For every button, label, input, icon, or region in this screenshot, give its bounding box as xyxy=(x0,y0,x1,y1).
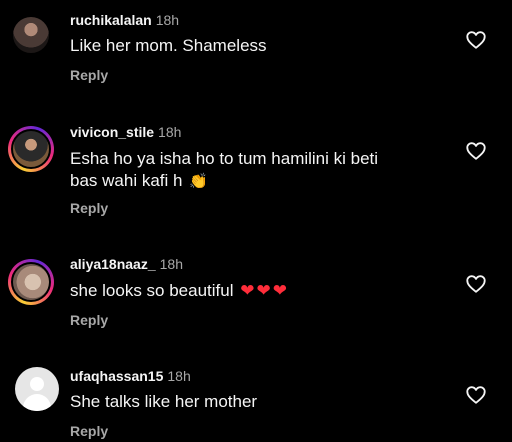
avatar-head-shape xyxy=(30,377,44,391)
heart-outline-icon[interactable] xyxy=(465,384,487,406)
comment-text: She talks like her mother xyxy=(70,392,258,411)
heart-outline-icon[interactable] xyxy=(465,140,487,162)
heart-outline-icon[interactable] xyxy=(465,273,487,295)
heart-outline-icon[interactable] xyxy=(465,29,487,51)
username[interactable]: ruchikalalan xyxy=(70,12,152,28)
comment-meta: ufaqhassan15 18h xyxy=(70,368,191,384)
reply-button[interactable]: Reply xyxy=(70,67,108,83)
comment-text: she looks so beautiful xyxy=(70,281,234,300)
username[interactable]: vivicon_stile xyxy=(70,124,154,140)
avatar-image xyxy=(11,129,51,169)
comment-text-row: she looks so beautiful ❤ ❤ ❤ xyxy=(70,279,287,302)
comment-meta: ruchikalalan 18h xyxy=(70,12,179,28)
username[interactable]: ufaqhassan15 xyxy=(70,368,163,384)
red-heart-emoji: ❤ xyxy=(240,281,255,300)
avatar-body-shape xyxy=(23,394,51,411)
reply-button[interactable]: Reply xyxy=(70,200,108,216)
clapping-hands-emoji: 👏 xyxy=(189,173,208,190)
avatar-image xyxy=(11,262,51,302)
default-avatar-image xyxy=(15,367,59,411)
username[interactable]: aliya18naaz_ xyxy=(70,256,156,272)
comment-text: Like her mom. Shameless xyxy=(70,36,267,55)
avatar[interactable] xyxy=(15,367,59,411)
timestamp: 18h xyxy=(155,12,180,28)
comment-meta: vivicon_stile 18h xyxy=(70,124,181,140)
reply-button[interactable]: Reply xyxy=(70,423,108,439)
avatar[interactable] xyxy=(8,12,54,58)
avatar[interactable] xyxy=(8,259,54,305)
reply-button[interactable]: Reply xyxy=(70,312,108,328)
red-heart-emoji: ❤ xyxy=(256,281,271,300)
red-heart-emoji: ❤ xyxy=(272,281,287,300)
timestamp: 18h xyxy=(167,368,191,384)
avatar-image xyxy=(11,15,51,55)
comment-text: bas wahi kafi h xyxy=(70,171,183,190)
timestamp: 18h xyxy=(159,256,183,272)
timestamp: 18h xyxy=(158,124,182,140)
avatar[interactable] xyxy=(8,126,54,172)
comment-text-line-2: bas wahi kafi h 👏 xyxy=(70,169,208,193)
comment-meta: aliya18naaz_ 18h xyxy=(70,256,183,272)
comment-text-line-1: Esha ho ya isha ho to tum hamilini ki be… xyxy=(70,149,379,168)
